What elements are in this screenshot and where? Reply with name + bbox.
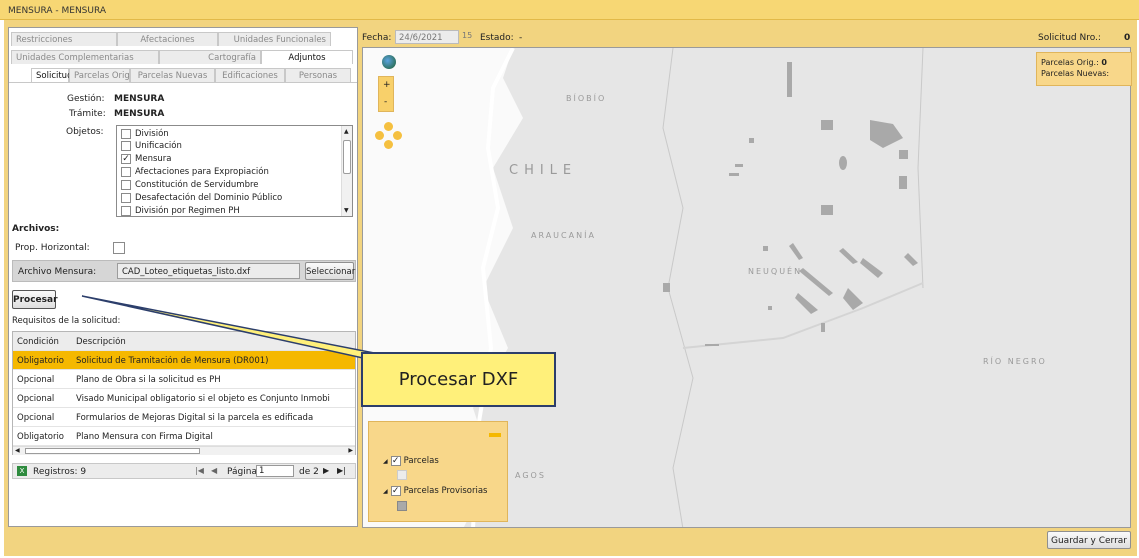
guardar-y-cerrar-button[interactable]: Guardar y Cerrar [1047, 531, 1131, 549]
callout-pointer [81, 295, 396, 361]
callout-procesar-dxf: Procesar DXF [361, 352, 556, 407]
